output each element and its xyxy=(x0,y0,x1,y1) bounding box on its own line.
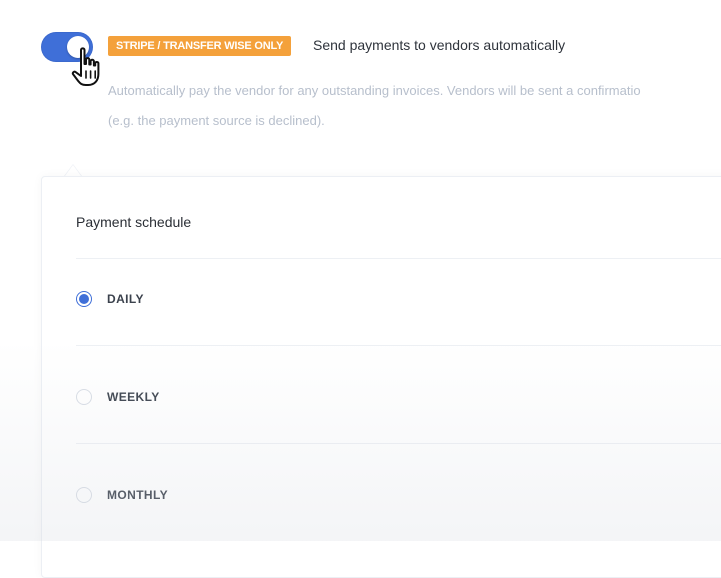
provider-badge: STRIPE / TRANSFER WISE ONLY xyxy=(108,36,292,56)
payment-schedule-panel: Payment schedule DAILY WEEKLY MONTHLY xyxy=(41,176,721,578)
auto-pay-title: Send payments to vendors automatically xyxy=(313,37,566,53)
daily-label: DAILY xyxy=(107,292,144,306)
monthly-label: MONTHLY xyxy=(107,488,169,502)
weekly-radio[interactable] xyxy=(76,389,92,405)
auto-pay-description-line-1: Automatically pay the vendor for any out… xyxy=(108,83,641,98)
schedule-option-weekly[interactable]: WEEKLY xyxy=(76,385,160,409)
payment-schedule-label: Payment schedule xyxy=(76,214,192,230)
panel-caret xyxy=(64,164,82,176)
weekly-label: WEEKLY xyxy=(107,390,160,404)
daily-radio[interactable] xyxy=(76,291,92,307)
schedule-divider xyxy=(76,345,721,346)
hand-pointer-icon xyxy=(71,47,100,86)
schedule-option-monthly[interactable]: MONTHLY xyxy=(76,483,168,507)
auto-pay-description: Automatically pay the vendor for any out… xyxy=(108,76,721,136)
monthly-radio[interactable] xyxy=(76,487,92,503)
radio-selected-dot xyxy=(79,294,89,304)
schedule-option-daily[interactable]: DAILY xyxy=(76,287,144,311)
auto-pay-description-line-2: (e.g. the payment source is declined). xyxy=(108,113,325,128)
schedule-divider xyxy=(76,443,721,444)
schedule-divider xyxy=(76,258,721,259)
